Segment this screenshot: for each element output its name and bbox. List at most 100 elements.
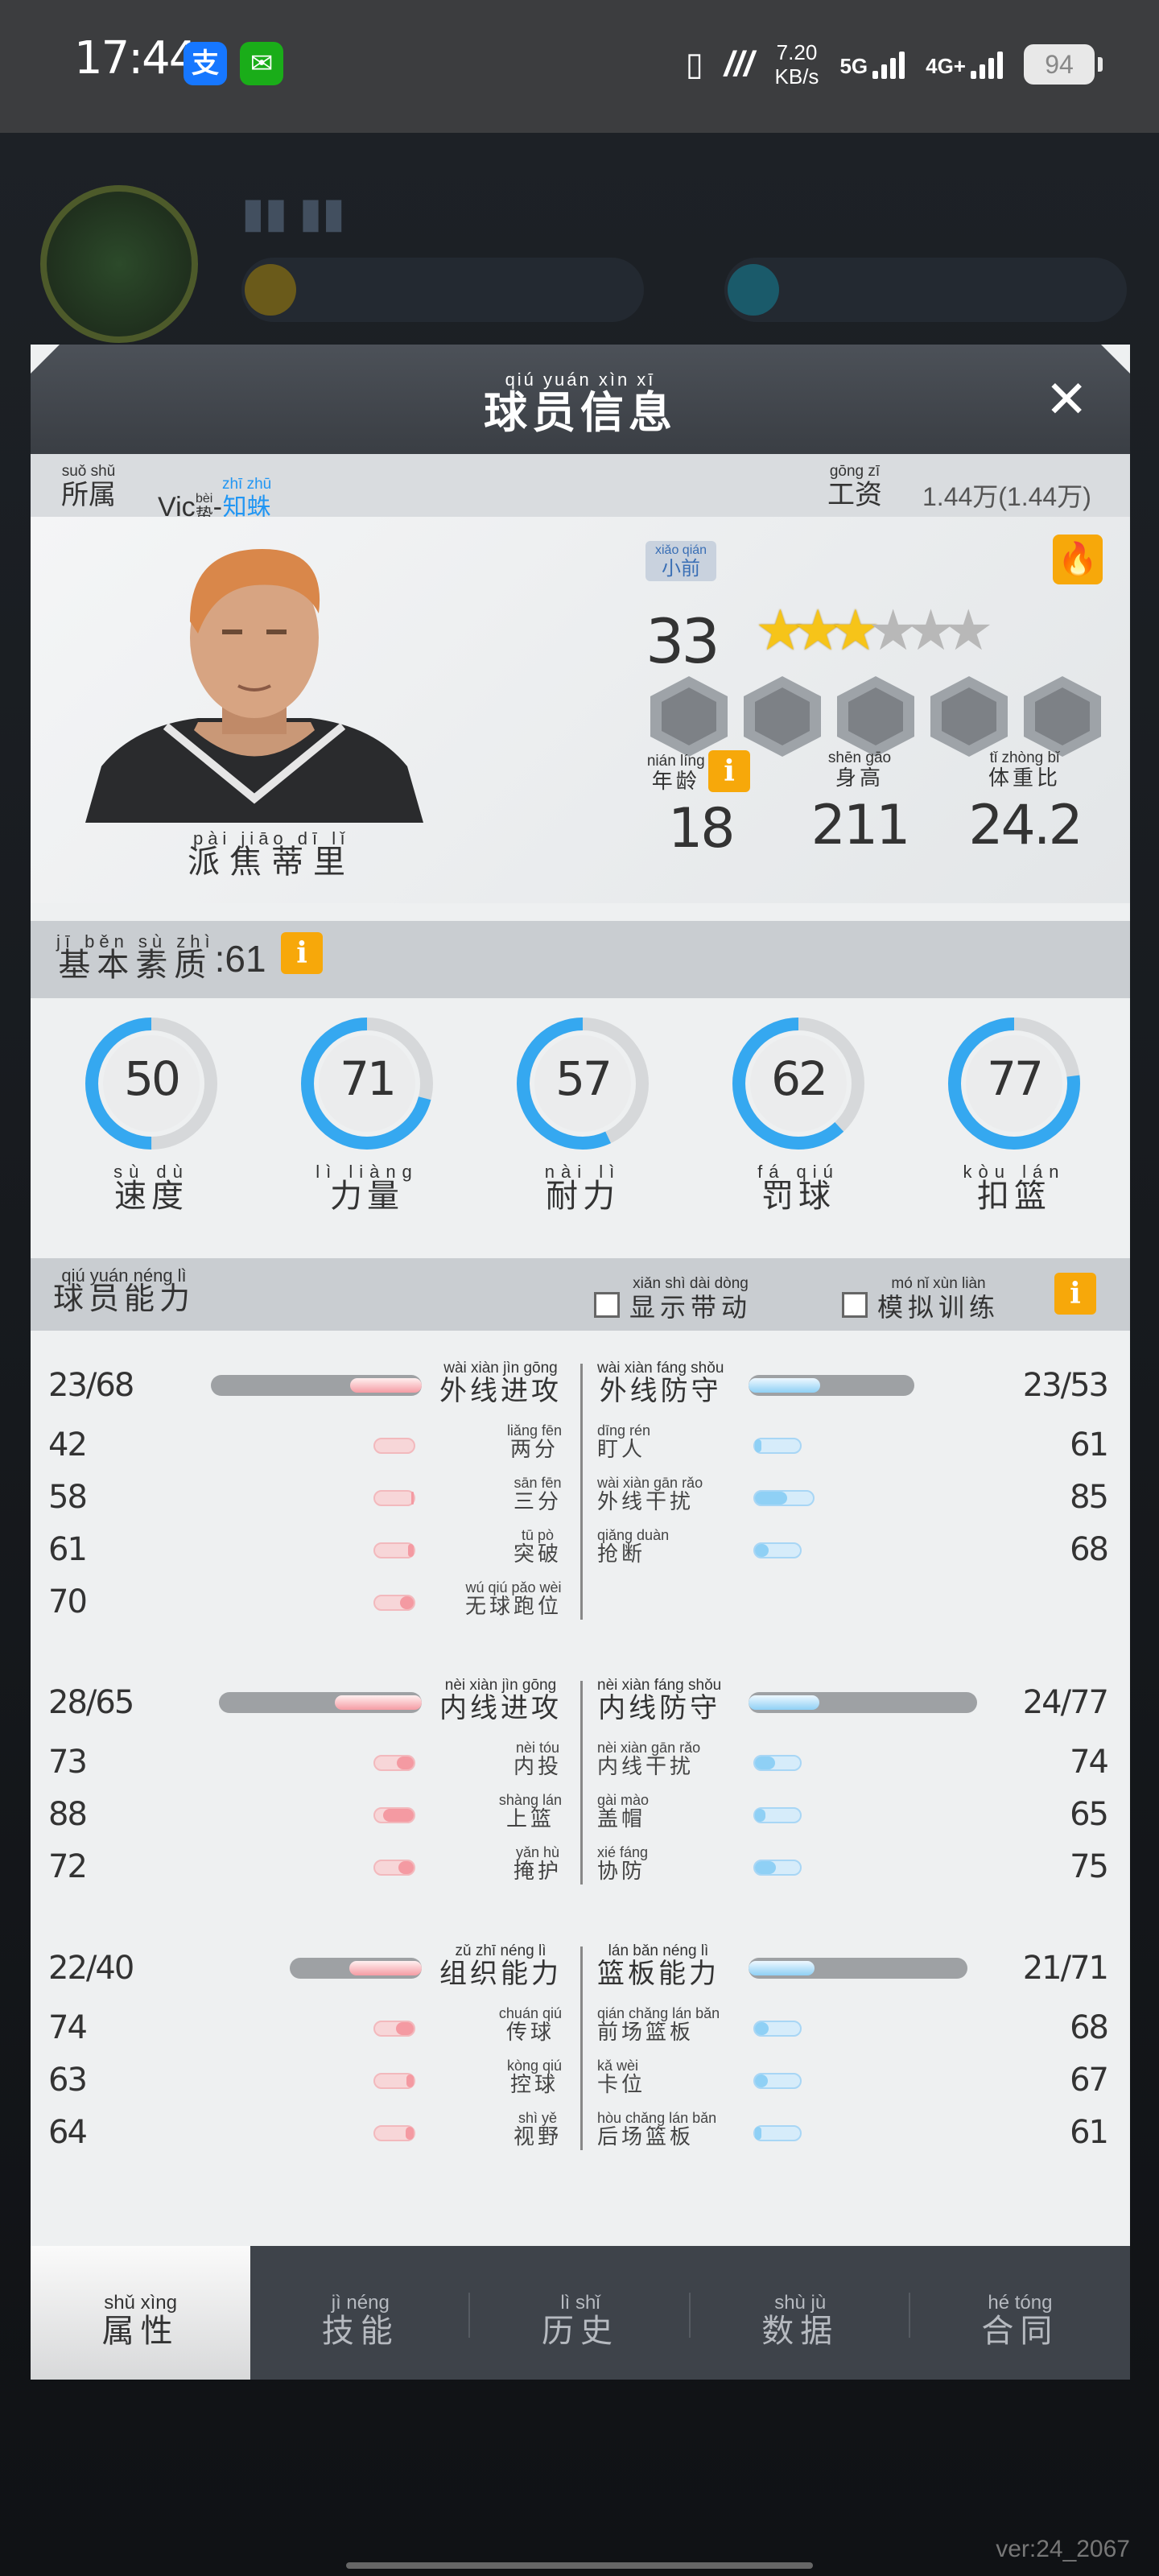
ability-label-text: 球员能力	[53, 1282, 196, 1316]
ability-row: 63 kòng qiú 控球 kǎ wèi 卡位 67	[31, 2058, 1130, 2110]
ring-label: nài lì 耐力	[545, 1163, 621, 1214]
skill-slots	[650, 676, 1101, 757]
skill-slot-icon[interactable]	[744, 676, 821, 757]
tab-history[interactable]: lì shǐ 历史	[470, 2246, 691, 2380]
group-right-label: nèi xiàn fáng shǒu 内线防守	[597, 1678, 721, 1724]
ring-label-text: 耐力	[545, 1179, 620, 1214]
basic-quality-title: jī běn sù zhì 基本素质	[56, 933, 215, 982]
ability-right-value: 61	[1070, 2114, 1109, 2151]
tab-attributes[interactable]: shǔ xìng 属性	[31, 2246, 251, 2380]
ring-label-text: 速度	[113, 1179, 188, 1214]
status-time: 17:44	[74, 32, 197, 85]
star-empty-icon: ★	[868, 599, 918, 662]
star-filled-icon: ★	[792, 599, 843, 662]
ability-left-text: 传球	[505, 2020, 555, 2044]
group-right-bar	[749, 1692, 977, 1713]
group-right-text: 外线防守	[599, 1376, 722, 1406]
tab-contract[interactable]: hé tóng 合同	[910, 2246, 1130, 2380]
ability-left-text: 掩护	[513, 1859, 562, 1883]
ability-right-label: hòu chǎng lán bǎn 后场篮板	[597, 2111, 716, 2148]
tab-stats[interactable]: shù jù 数据	[691, 2246, 910, 2380]
group-left-text: 组织能力	[439, 1959, 562, 1989]
group-right-text: 篮板能力	[597, 1959, 720, 1989]
info-icon[interactable]: i	[708, 750, 751, 792]
basic-quality-label: jī běn sù zhì 基本素质 :61 i	[56, 932, 324, 982]
simulate-training-checkbox[interactable]: mó nǐ xùn liàn 模拟训练	[842, 1276, 1000, 1323]
ability-left-pinyin: wú qiú pǎo wèi	[465, 1579, 562, 1596]
ring-label-pinyin: kòu lán	[963, 1162, 1066, 1182]
ability-left-value: 88	[48, 1796, 88, 1833]
ability-left-bar	[373, 1860, 415, 1876]
team-label-pinyin: suǒ shǔ	[61, 463, 116, 480]
skill-slot-icon[interactable]	[837, 676, 914, 757]
ability-label-pinyin: qiú yuán néng lì	[61, 1265, 187, 1286]
skill-slot-icon[interactable]	[1024, 676, 1101, 757]
skill-slot-icon[interactable]	[650, 676, 728, 757]
ring-value: 57	[555, 1051, 612, 1106]
ability-right-value: 65	[1070, 1796, 1109, 1833]
ability-right-label: xié fáng 协防	[597, 1845, 648, 1882]
group-left-bar	[211, 1375, 422, 1396]
show-boost-checkbox[interactable]: xiǎn shì dài dòng 显示带动	[594, 1276, 752, 1323]
ability-left-bar	[373, 1542, 415, 1558]
ability-right-label: nèi xiàn gān rǎo 内线干扰	[597, 1740, 700, 1777]
height-stat: shēn gāo 身高 211	[803, 750, 916, 858]
tab-label: 技能	[321, 2314, 399, 2349]
skill-slot-icon[interactable]	[930, 676, 1008, 757]
signal-5g: 5G	[839, 50, 905, 79]
ability-right-text: 卡位	[597, 2072, 646, 2096]
ability-group-header: 23/68 wài xiàn jìn gōng 外线进攻 wài xiàn fáng …	[31, 1360, 1130, 1412]
ability-left-bar	[373, 2125, 415, 2141]
ability-group-header: 28/65 nèi xiàn jìn gōng 内线进攻 nèi xiàn fáng …	[31, 1678, 1130, 1729]
team-label-text: 所属	[61, 480, 116, 510]
team-logo-icon	[40, 185, 198, 343]
ability-left-text: 上篮	[505, 1806, 555, 1831]
home-indicator[interactable]	[346, 2562, 813, 2569]
player-card: pài jiāo dī lǐ 派焦蒂里 xiǎo qián 小前 🔥 33 ★★…	[31, 517, 1130, 903]
status-bar: 17:44 支 ✉ ▯ /// 7.20 KB/s 5G 4G+ 94	[0, 0, 1159, 133]
tab-skills[interactable]: jì néng 技能	[250, 2246, 471, 2380]
group-left-pinyin: nèi xiàn jìn gōng	[444, 1677, 557, 1694]
close-icon[interactable]: ✕	[1045, 374, 1088, 425]
ability-left-value: 42	[48, 1426, 88, 1463]
player-portrait	[85, 549, 423, 823]
ability-row: 58 sān fēn 三分 wài xiàn gān rǎo 外线干扰 85	[31, 1476, 1130, 1527]
ability-right-text: 协防	[597, 1859, 646, 1883]
position-tag-pinyin: xiǎo qián	[655, 543, 707, 557]
tab-label: 数据	[761, 2314, 839, 2349]
ring-label-pinyin: sù dù	[113, 1162, 189, 1182]
salary-value: 1.44万(1.44万)	[922, 482, 1091, 511]
group-left-total: 28/65	[48, 1684, 134, 1721]
ability-left-value: 64	[48, 2114, 88, 2151]
star-empty-icon: ★	[905, 599, 956, 662]
info-icon[interactable]: i	[281, 932, 324, 974]
fire-icon[interactable]: 🔥	[1053, 535, 1103, 584]
modal-title: qiú yuán xìn xī 球员信息	[31, 370, 1130, 437]
ability-right-text: 内线干扰	[597, 1754, 695, 1778]
ability-left-bar	[373, 2073, 415, 2089]
ability-right-value: 85	[1070, 1479, 1109, 1516]
checkbox-icon[interactable]	[594, 1292, 620, 1318]
tab-pinyin: shù jù	[774, 2292, 827, 2314]
group-right-pinyin: wài xiàn fáng shǒu	[597, 1360, 724, 1377]
group-right-label: lán bǎn néng lì 篮板能力	[597, 1943, 720, 1989]
ability-left-bar	[373, 1755, 415, 1771]
ability-left-pinyin: tū pò	[521, 1527, 555, 1543]
ability-right-bar	[753, 2021, 802, 2037]
net-speed: 7.20 KB/s	[775, 40, 819, 89]
group-left-total: 23/68	[48, 1367, 134, 1404]
info-icon[interactable]: i	[1054, 1273, 1096, 1315]
ability-right-bar	[753, 1490, 815, 1506]
group-left-label: nèi xiàn jìn gōng 内线进攻	[439, 1677, 562, 1724]
group-left-label: zǔ zhī néng lì 组织能力	[439, 1943, 562, 1989]
salary-label: gōng zī 工资	[827, 464, 882, 511]
ability-right-label: qiǎng duàn 抢断	[597, 1528, 669, 1565]
ability-right-bar	[753, 1542, 802, 1558]
ring-label: fá qiú 罚球	[757, 1163, 839, 1213]
player-name: pài jiāo dī lǐ 派焦蒂里	[188, 830, 355, 879]
ability-label: qiú yuán néng lì 球员能力	[53, 1265, 196, 1316]
tab-pinyin: lì shǐ	[560, 2292, 600, 2314]
checkbox-icon[interactable]	[842, 1292, 868, 1318]
modal-title-text: 球员信息	[484, 389, 677, 437]
team-name-hl-pinyin: zhī zhū	[221, 476, 272, 493]
